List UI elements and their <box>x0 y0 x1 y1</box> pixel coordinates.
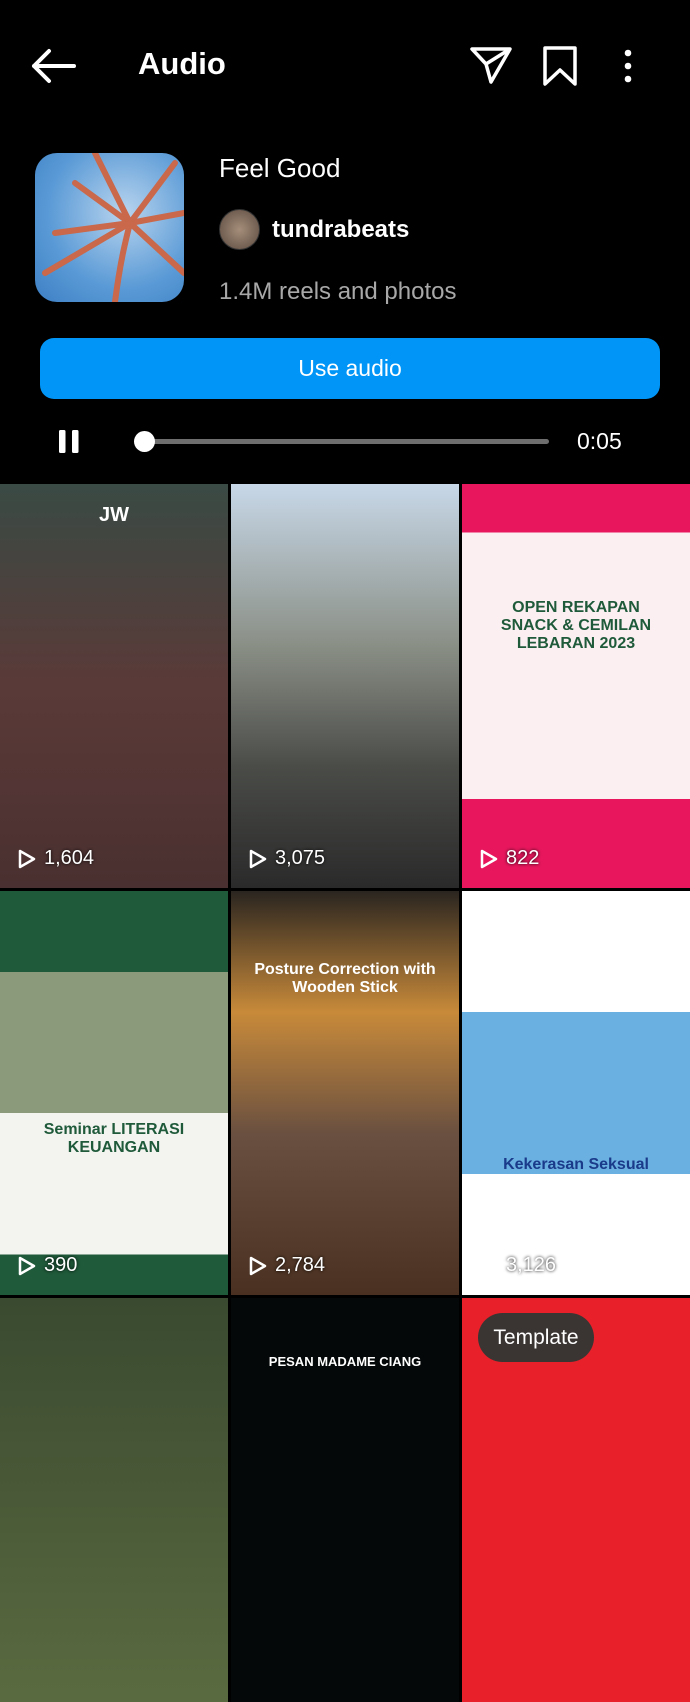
audio-time: 0:05 <box>577 428 622 454</box>
view-count: 390 <box>18 1254 77 1277</box>
reel-thumbnail[interactable]: 3,075 <box>231 484 459 888</box>
more-icon[interactable] <box>622 48 634 84</box>
reel-thumbnail[interactable]: PESAN MADAME CIANG <box>231 1298 459 1702</box>
play-icon <box>18 849 36 868</box>
reel-thumbnail[interactable]: Kekerasan Seksual 3,126 <box>462 891 690 1295</box>
view-count: 3,126 <box>480 1254 556 1277</box>
audio-title: Feel Good <box>219 153 341 183</box>
view-count-text: 3,075 <box>275 847 326 869</box>
artist-name[interactable]: tundrabeats <box>272 216 409 244</box>
reels-count: 1.4M reels and photos <box>219 278 457 305</box>
thumbnail-caption: Kekerasan Seksual <box>503 1156 649 1173</box>
play-icon <box>18 1256 36 1275</box>
view-count: 3,075 <box>249 847 325 870</box>
artist-avatar[interactable] <box>219 209 260 250</box>
play-icon <box>480 849 498 868</box>
pause-icon[interactable] <box>59 430 79 453</box>
view-count-text: 1,604 <box>44 847 95 869</box>
thumbnail-caption: JW <box>99 504 129 526</box>
page-title: Audio <box>138 46 226 81</box>
play-icon <box>249 1256 267 1275</box>
play-icon <box>249 849 267 868</box>
reel-thumbnail[interactable] <box>0 1298 228 1702</box>
view-count: 2,784 <box>249 1254 325 1277</box>
reel-thumbnail[interactable]: JW 1,604 <box>0 484 228 888</box>
view-count: 1,604 <box>18 847 94 870</box>
audio-progress-handle[interactable] <box>134 431 155 452</box>
back-arrow-icon[interactable] <box>30 48 76 84</box>
send-icon[interactable] <box>469 45 513 85</box>
audio-progress-track[interactable] <box>144 439 549 444</box>
bookmark-icon[interactable] <box>542 45 578 87</box>
play-icon <box>480 1256 498 1275</box>
thumbnail-caption: PESAN MADAME CIANG <box>268 1354 422 1369</box>
view-count-text: 822 <box>506 847 540 869</box>
reel-thumbnail[interactable]: OPEN REKAPAN SNACK & CEMILAN LEBARAN 202… <box>462 484 690 888</box>
template-button[interactable]: Template <box>478 1313 594 1362</box>
audio-cover-art[interactable] <box>35 153 184 302</box>
thumbnail-caption: Posture Correction with Wooden Stick <box>254 961 436 996</box>
reel-thumbnail[interactable]: Posture Correction with Wooden Stick 2,78… <box>231 891 459 1295</box>
thumbnail-caption: Seminar LITERASI KEUANGAN <box>43 1121 185 1156</box>
view-count-text: 3,126 <box>506 1254 557 1276</box>
thumbnail-caption: OPEN REKAPAN SNACK & CEMILAN LEBARAN 202… <box>500 599 652 652</box>
reel-thumbnail[interactable]: Seminar LITERASI KEUANGAN 390 <box>0 891 228 1295</box>
view-count-text: 2,784 <box>275 1254 326 1276</box>
use-audio-button[interactable]: Use audio <box>40 338 660 399</box>
view-count-text: 390 <box>44 1254 78 1276</box>
view-count: 822 <box>480 847 539 870</box>
